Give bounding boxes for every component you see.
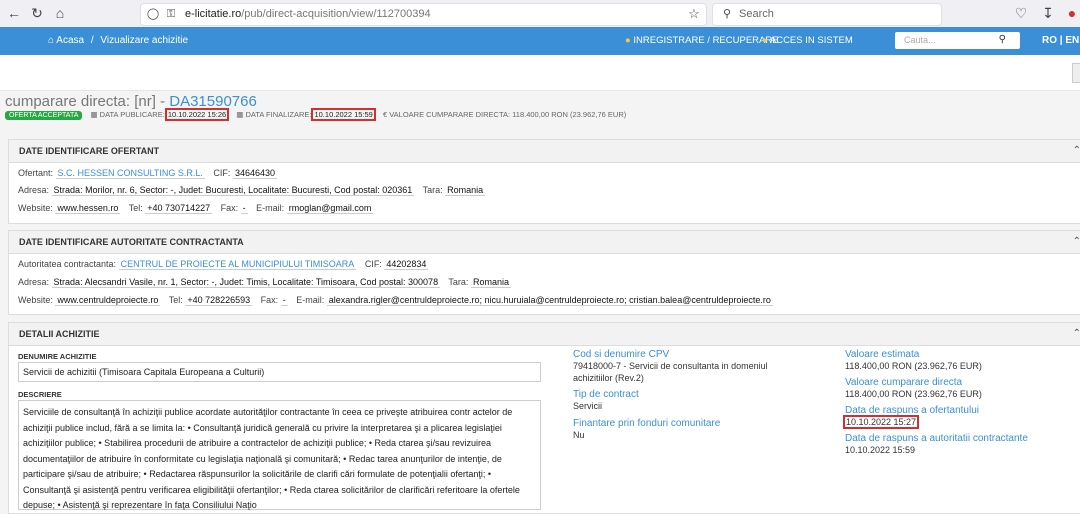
breadcrumb: ⌂ Acasa / Vizualizare achizitie [48,35,188,46]
sub-toolbar [0,55,1080,91]
chevron-up-icon[interactable]: ⌃ [1073,145,1080,156]
offerer-row-2: Adresa: Strada: Morilor, nr. 6, Sector: … [18,185,486,196]
chevron-up-icon[interactable]: ⌃ [1073,328,1080,339]
chevron-up-icon[interactable]: ⌃ [1073,236,1080,247]
publish-date: ▦ DATA PUBLICARE: 10.10.2022 15:26 [90,108,231,121]
offerer-row-3: Website: www.hessen.ro Tel: +40 73071422… [18,203,374,214]
lock-icon: ● [762,35,768,46]
offerer-response-date: 10.10.2022 15:27 [843,415,920,429]
funds-value: Nu [573,430,585,440]
download-icon[interactable]: ↧ [1040,5,1056,21]
site-search-input[interactable]: Cauta... ⚲ [895,32,1020,49]
breadcrumb-home[interactable]: Acasa [56,35,84,46]
offerer-name-link[interactable]: S.C. HESSEN CONSULTING S.R.L. [55,168,205,179]
authority-panel-header[interactable]: DATE IDENTIFICARE AUTORITATE CONTRACTANT… [9,231,1080,254]
authority-row-1: Autoritatea contractanta: CENTRUL DE PRO… [18,259,429,270]
extension-icon[interactable]: ● [1064,5,1080,21]
euro-icon: € [382,110,388,119]
cpv-label: Cod si denumire CPV [573,349,670,360]
authority-panel: DATE IDENTIFICARE AUTORITATE CONTRACTANT… [8,230,1080,315]
offerer-panel-header[interactable]: DATE IDENTIFICARE OFERTANT ⌃ [9,140,1080,163]
details-panel: DETALII ACHIZITIE ⌃ DENUMIRE ACHIZITIE S… [8,322,1080,514]
browser-toolbar: ← ↻ ⌂ ◯ ⚿ e-licitatie.ro/pub/direct-acqu… [0,0,1080,28]
home-link-icon[interactable]: ⌂ [48,35,54,46]
shield-icon: ◯ [146,8,160,20]
back-arrow-icon[interactable]: ← [6,5,22,21]
url-text: e-licitatie.ro/pub/direct-acquisition/vi… [185,8,431,20]
cpv-line-2: achizitiilor (Rev.2) [573,373,644,383]
authority-row-3: Website: www.centruldeproiecte.ro Tel: +… [18,295,773,306]
pocket-icon[interactable]: ♡ [1013,5,1029,21]
direct-value-label: Valoare cumparare directa [845,377,963,388]
breadcrumb-current: Vizualizare achizitie [100,35,189,46]
calendar-icon: ▦ [90,110,98,119]
lock-icon: ⚿ [166,8,176,20]
direct-value: € VALOARE CUMPARARE DIRECTA: 118.400,00 … [382,110,627,119]
funds-label: Finantare prin fonduri comunitare [573,418,721,429]
authority-row-2: Adresa: Strada: Alecsandri Vasile, nr. 1… [18,277,511,288]
description-field[interactable]: Serviciile de consultanţă în achiziţii p… [18,400,541,510]
estimated-value-label: Valoare estimata [845,349,920,360]
meta-row: OFERTA ACCEPTATA ▦ DATA PUBLICARE: 10.10.… [5,108,631,122]
offerer-panel: DATE IDENTIFICARE OFERTANT ⌃ Ofertant: S… [8,139,1080,224]
estimated-value: 118.400,00 RON (23.962,76 EUR) [845,361,982,371]
description-label: DESCRIERE [18,390,62,399]
breadcrumb-separator: / [90,35,94,46]
contract-type-value: Servicii [573,401,603,411]
calendar-icon: ▦ [236,110,244,119]
cpv-line-1: 79418000-7 - Servicii de consultanta in … [573,361,768,371]
bookmark-star-icon[interactable]: ☆ [686,6,702,22]
offerer-row-1: Ofertant: S.C. HESSEN CONSULTING S.R.L. … [18,168,277,179]
home-icon[interactable]: ⌂ [52,5,68,21]
login-link[interactable]: ● ACCES IN SISTEM [762,35,853,46]
status-badge: OFERTA ACCEPTATA [5,111,83,120]
site-header: ⌂ Acasa / Vizualizare achizitie ● INREGI… [0,27,1080,55]
authority-response-date: 10.10.2022 15:59 [845,445,916,455]
authority-name-link[interactable]: CENTRUL DE PROIECTE AL MUNICIPIULUI TIMI… [118,259,357,270]
acquisition-name-label: DENUMIRE ACHIZITIE [18,352,97,361]
authority-response-label: Data de raspuns a autoritatii contractan… [845,433,1028,444]
register-link[interactable]: ● INREGISTRARE / RECUPERARE [625,35,779,46]
language-switch[interactable]: RO | EN [1042,35,1079,46]
search-icon[interactable]: ⚲ [999,34,1006,45]
search-icon: ⚲ [722,8,732,20]
acquisition-name-field: Servicii de achizitii (Timisoara Capital… [18,362,541,382]
direct-value: 118.400,00 RON (23.962,76 EUR) [845,389,982,399]
browser-search-input[interactable]: ⚲ Search [712,3,942,26]
user-icon: ● [625,35,631,46]
contract-type-label: Tip de contract [573,389,639,400]
finalize-date: ▦ DATA FINALIZARE: 10.10.2022 15:59 [236,108,378,121]
address-bar[interactable]: ◯ ⚿ e-licitatie.ro/pub/direct-acquisitio… [140,3,707,26]
reload-icon[interactable]: ↻ [29,5,45,21]
toolbar-button[interactable] [1072,63,1080,83]
details-panel-header[interactable]: DETALII ACHIZITIE ⌃ [9,323,1080,346]
